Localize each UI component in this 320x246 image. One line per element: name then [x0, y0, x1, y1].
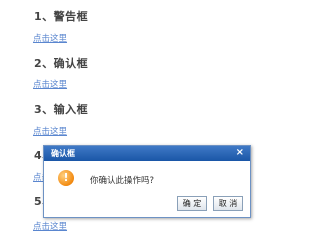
click-here-link-1[interactable]: 点击这里: [33, 32, 67, 44]
dialog-message: 你确认此操作吗?: [90, 176, 155, 186]
section-heading-1: 1、警告框: [34, 10, 89, 23]
confirm-dialog: 确认框 × ! 你确认此操作吗? 确 定 取 消: [43, 145, 251, 218]
click-here-link-2[interactable]: 点击这里: [33, 78, 67, 90]
dialog-title-bar[interactable]: 确认框 ×: [44, 146, 250, 161]
dialog-title: 确认框: [51, 149, 75, 158]
cancel-button[interactable]: 取 消: [213, 196, 243, 211]
close-icon[interactable]: ×: [236, 147, 244, 159]
ok-button[interactable]: 确 定: [177, 196, 207, 211]
section-heading-3: 3、输入框: [34, 103, 89, 116]
section-heading-2: 2、确认框: [34, 57, 89, 70]
click-here-link-3[interactable]: 点击这里: [33, 125, 67, 137]
click-here-link-5[interactable]: 点击这里: [33, 220, 67, 232]
exclamation-icon: !: [58, 170, 74, 186]
